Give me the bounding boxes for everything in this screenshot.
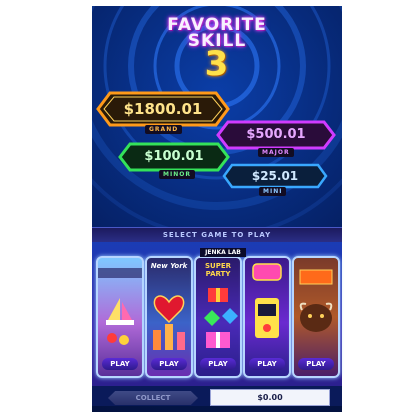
play-button-3[interactable]: PLAY	[200, 358, 236, 370]
jackpot-minor: $100.01	[118, 142, 230, 172]
play-button-1[interactable]: PLAY	[102, 358, 138, 370]
jackpot-major-amount: $500.01	[246, 127, 306, 142]
jackpot-minor-amount: $100.01	[144, 149, 204, 164]
play-button-4[interactable]: PLAY	[249, 358, 285, 370]
jackpot-major-label: MAJOR	[258, 148, 294, 157]
jackpot-major: $500.01	[216, 120, 336, 150]
jackpot-mini: $25.01	[222, 163, 328, 189]
game-card-5[interactable]: PLAY	[292, 256, 340, 378]
jackpot-grand-amount: $1800.01	[123, 100, 203, 118]
select-game-banner: SELECT GAME TO PLAY	[92, 227, 342, 243]
game-card-3[interactable]: SUPER PARTY PLAY	[194, 256, 242, 378]
play-button-2[interactable]: PLAY	[151, 358, 187, 370]
game-card-2[interactable]: New York PLAY	[145, 256, 193, 378]
jackpot-minor-label: MINOR	[159, 170, 195, 179]
balance-display: $0.00	[210, 389, 330, 406]
title-number: 3	[204, 44, 230, 84]
jackpot-mini-amount: $25.01	[251, 169, 299, 183]
collect-button[interactable]: COLLECT	[108, 391, 198, 405]
jackpot-grand: $1800.01	[96, 91, 230, 127]
game-card-4[interactable]: PLAY	[243, 256, 291, 378]
jackpot-mini-label: MINI	[259, 187, 287, 196]
jackpot-grand-label: GRAND	[145, 125, 183, 134]
play-button-5[interactable]: PLAY	[298, 358, 334, 370]
game-card-1[interactable]: PLAY	[96, 256, 144, 378]
jenka-lab-logo: JENKA LAB	[200, 248, 246, 257]
